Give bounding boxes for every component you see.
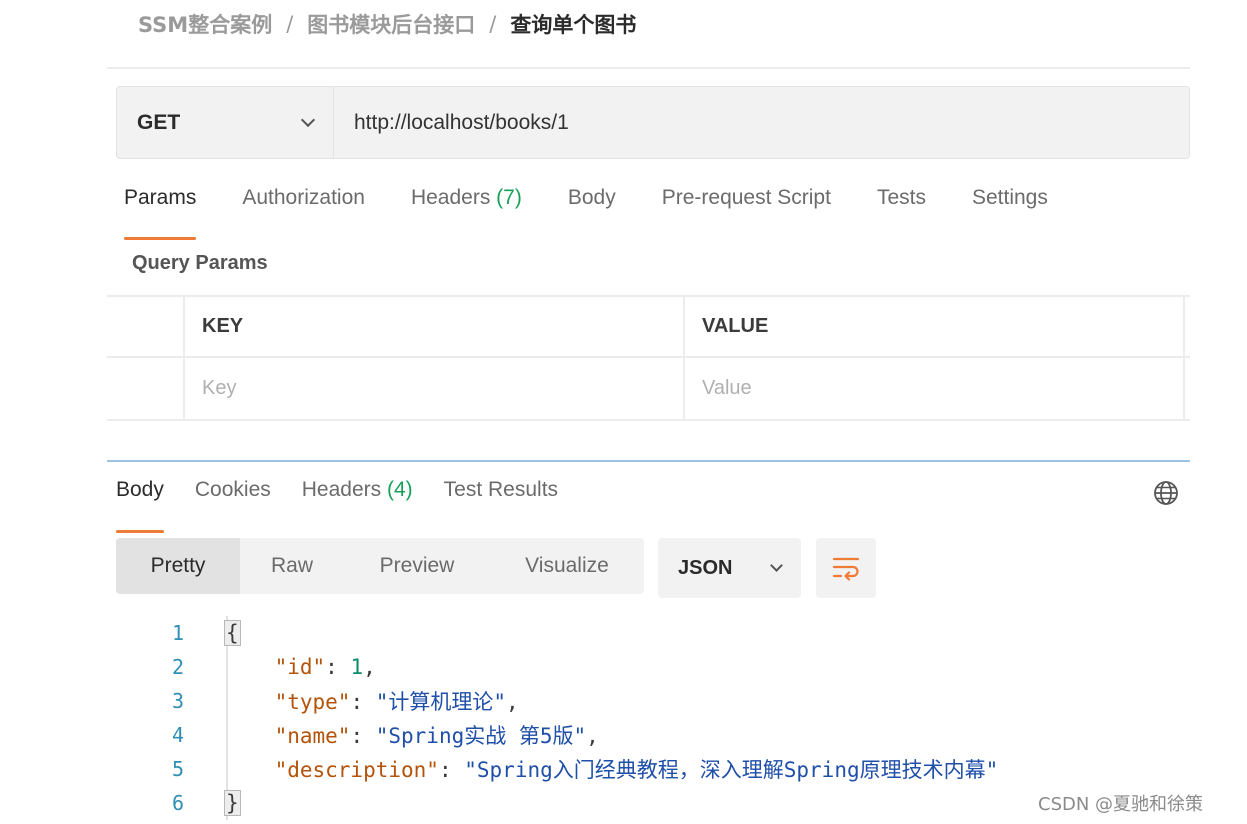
row-checkbox-cell	[107, 358, 185, 419]
format-pretty-button[interactable]: Pretty	[116, 538, 240, 594]
json-value: "计算机理论"	[375, 690, 507, 714]
query-params-table: KEY VALUE Key Value	[107, 295, 1190, 421]
line-number: 2	[171, 655, 184, 679]
tab-pre-request-script[interactable]: Pre-request Script	[662, 186, 831, 226]
response-tabs: Body Cookies Headers (4) Test Results	[116, 478, 589, 533]
wrap-lines-icon	[832, 557, 860, 581]
tab-authorization[interactable]: Authorization	[242, 186, 365, 226]
code-line: 3 "type": "计算机理论",	[150, 684, 1150, 718]
response-headers-count-badge: (4)	[386, 478, 413, 501]
tab-headers[interactable]: Headers (7)	[411, 186, 522, 226]
code-line: 5 "description": "Spring入门经典教程，深入理解Sprin…	[150, 752, 1150, 786]
watermark: CSDN @夏驰和徐策	[1038, 794, 1204, 815]
method-label: GET	[137, 110, 181, 134]
code-line: 1 {	[150, 616, 1150, 650]
checkbox-column-header	[107, 297, 185, 356]
table-row: Key Value	[107, 358, 1190, 419]
line-number: 1	[171, 621, 184, 645]
headers-count-badge: (7)	[496, 186, 522, 209]
tab-tests[interactable]: Tests	[877, 186, 926, 226]
request-bar: GET http://localhost/books/1	[116, 86, 1190, 159]
query-params-title: Query Params	[132, 252, 268, 274]
method-select[interactable]: GET	[117, 87, 334, 158]
key-input[interactable]: Key	[185, 358, 685, 419]
line-number: 4	[171, 723, 184, 747]
code-line: 4 "name": "Spring实战 第5版",	[150, 718, 1150, 752]
json-key: "id"	[274, 655, 326, 679]
line-number: 6	[171, 791, 184, 815]
code-line: 2 "id": 1,	[150, 650, 1150, 684]
globe-icon[interactable]	[1152, 479, 1180, 507]
open-brace: {	[224, 620, 241, 646]
json-value: "Spring入门经典教程，深入理解Spring原理技术内幕"	[464, 758, 999, 782]
response-body-viewer[interactable]: 1 { 2 "id": 1, 3 "type": "计算机理论", 4 "nam…	[150, 616, 1150, 820]
key-column-header: KEY	[185, 297, 685, 356]
format-visualize-button[interactable]: Visualize	[490, 538, 644, 594]
table-header-row: KEY VALUE	[107, 297, 1190, 358]
close-brace: }	[224, 790, 241, 816]
response-divider	[107, 460, 1190, 462]
json-value: "Spring实战 第5版"	[375, 724, 587, 748]
breadcrumb-item-folder[interactable]: 图书模块后台接口	[307, 9, 475, 39]
breadcrumb: SSM整合案例 / 图书模块后台接口 / 查询单个图书	[138, 8, 636, 40]
header-divider	[107, 67, 1190, 69]
line-number: 3	[171, 689, 184, 713]
request-tabs: Params Authorization Headers (7) Body Pr…	[124, 186, 1094, 240]
tab-params[interactable]: Params	[124, 186, 197, 240]
code-line: 6 }	[150, 786, 1150, 820]
breadcrumb-separator: /	[489, 12, 497, 36]
json-key: "description"	[274, 758, 439, 782]
format-raw-button[interactable]: Raw	[240, 538, 344, 594]
json-value: 1	[350, 655, 364, 679]
breadcrumb-current-request[interactable]: 查询单个图书	[510, 9, 636, 39]
tab-body[interactable]: Body	[568, 186, 616, 226]
response-tab-cookies[interactable]: Cookies	[195, 478, 271, 518]
language-label: JSON	[678, 556, 733, 579]
breadcrumb-separator: /	[286, 12, 294, 36]
response-tab-body[interactable]: Body	[116, 478, 164, 533]
json-key: "type"	[274, 690, 351, 714]
wrap-lines-button[interactable]	[816, 538, 876, 598]
tab-settings[interactable]: Settings	[972, 186, 1048, 226]
json-key: "name"	[274, 724, 351, 748]
line-number: 5	[171, 757, 184, 781]
response-tab-headers[interactable]: Headers (4)	[302, 478, 413, 518]
url-input[interactable]: http://localhost/books/1	[334, 87, 1189, 158]
response-format-toggle: Pretty Raw Preview Visualize	[116, 538, 644, 594]
value-input[interactable]: Value	[685, 358, 1185, 419]
chevron-down-icon	[770, 559, 783, 572]
language-select[interactable]: JSON	[658, 538, 801, 598]
breadcrumb-item-collection[interactable]: SSM整合案例	[138, 9, 272, 39]
response-tab-test-results[interactable]: Test Results	[444, 478, 558, 518]
value-column-header: VALUE	[685, 297, 1185, 356]
chevron-down-icon	[300, 112, 316, 127]
format-preview-button[interactable]: Preview	[344, 538, 490, 594]
